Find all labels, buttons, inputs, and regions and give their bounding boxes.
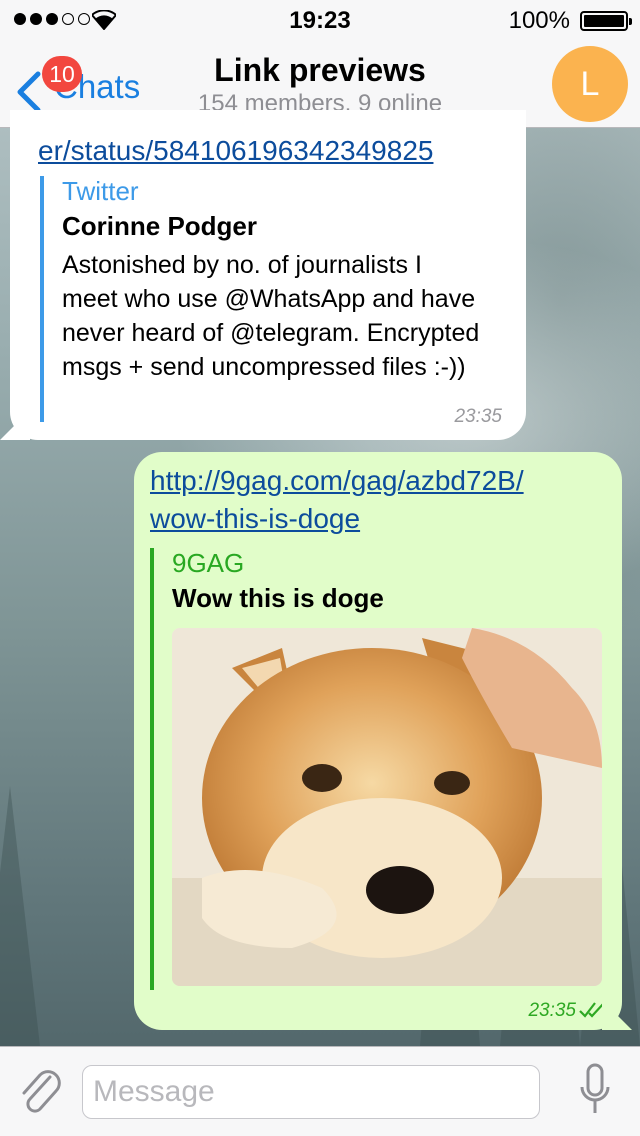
microphone-icon[interactable] [580, 1063, 610, 1119]
preview-title: Wow this is doge [172, 583, 384, 613]
preview-site-name: 9GAG [172, 548, 245, 578]
preview-title: Corinne Podger [62, 211, 258, 241]
battery-icon [580, 11, 632, 31]
message-time: 23:35 [454, 406, 502, 427]
message-link[interactable]: er/status/584106196342349825 [38, 132, 433, 170]
incoming-message-bubble[interactable]: er/status/584106196342349825 Twitter Cor… [0, 110, 526, 440]
message-time: 23:35 [528, 1000, 576, 1021]
preview-site-name: Twitter [62, 176, 139, 206]
link-preview[interactable]: Twitter Corinne Podger Astonished by no.… [40, 176, 500, 422]
preview-text: Astonished by no. of journalists I meet … [62, 251, 480, 381]
message-input[interactable] [82, 1065, 540, 1119]
paperclip-icon[interactable] [16, 1067, 62, 1117]
battery-percent: 100% [508, 7, 570, 34]
background-tree [0, 786, 40, 1046]
chat-title[interactable]: Link previews [0, 52, 640, 89]
doge-image [172, 628, 602, 986]
message-link[interactable]: http://9gag.com/gag/azbd72B/ wow-this-is… [150, 462, 610, 538]
group-avatar[interactable]: L [552, 46, 628, 122]
doge-dog-photo[interactable] [172, 628, 602, 986]
outgoing-message-bubble[interactable]: http://9gag.com/gag/azbd72B/ wow-this-is… [134, 452, 632, 1030]
status-bar: 19:23 100% [0, 0, 640, 40]
message-input-bar [0, 1046, 640, 1136]
